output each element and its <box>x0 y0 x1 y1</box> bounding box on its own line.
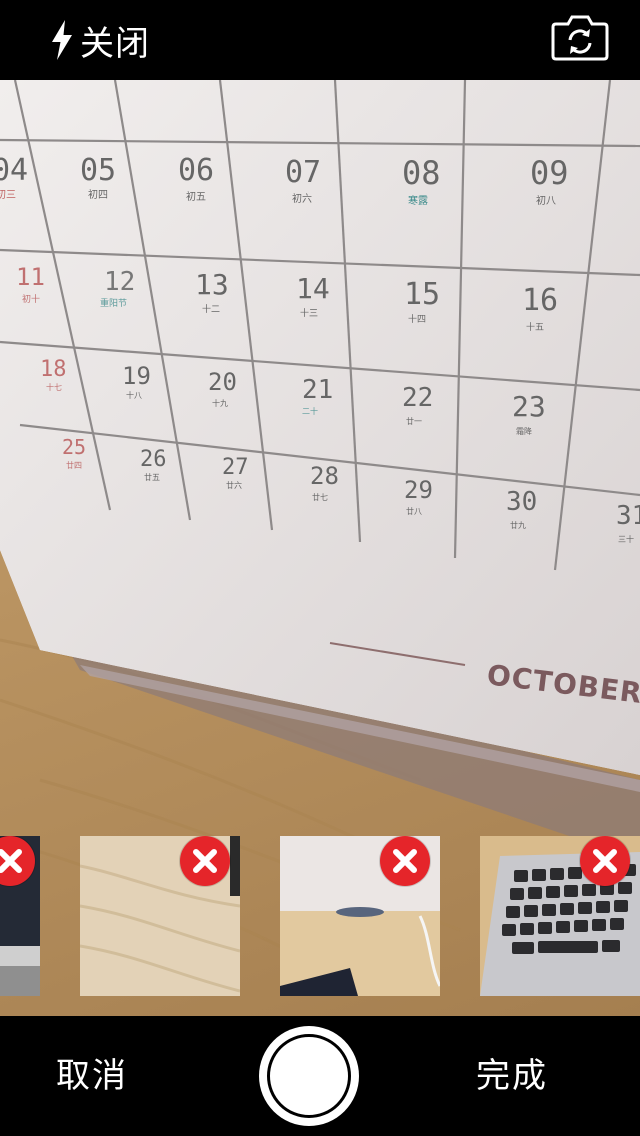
calendar-date: 26 <box>140 447 167 472</box>
calendar-date: 25 <box>62 435 86 459</box>
close-icon <box>380 836 430 886</box>
calendar-date: 13 <box>195 268 229 301</box>
calendar-date-sub: 十三 <box>300 307 318 319</box>
calendar-date: 11 <box>16 263 45 291</box>
calendar-date: 08 <box>402 154 441 192</box>
calendar-date: 19 <box>122 362 151 390</box>
calendar-date-sub: 重阳节 <box>100 297 127 309</box>
calendar-date-sub: 十七 <box>46 382 62 392</box>
calendar-date-sub: 初五 <box>186 190 206 203</box>
calendar-date-sub: 初六 <box>292 192 312 205</box>
calendar-date-sub: 十九 <box>212 398 228 408</box>
calendar-date: 30 <box>506 487 537 517</box>
calendar-date: 21 <box>302 375 333 405</box>
calendar-date: 31 <box>616 501 640 531</box>
flash-icon <box>48 19 76 61</box>
calendar-date-sub: 初三 <box>0 188 16 201</box>
bottom-bar: 取消 完成 <box>0 1016 640 1136</box>
calendar-date: 18 <box>40 357 67 382</box>
calendar-date-sub: 廿八 <box>406 506 422 516</box>
calendar-date-sub: 三十 <box>618 534 634 544</box>
cancel-button[interactable]: 取消 <box>56 1052 128 1100</box>
calendar-date: 16 <box>522 283 558 318</box>
calendar-date: 20 <box>208 368 237 396</box>
shutter-button[interactable] <box>259 1026 359 1126</box>
delete-thumbnail-button[interactable] <box>180 836 230 886</box>
calendar-date: 23 <box>512 390 546 423</box>
delete-thumbnail-button[interactable] <box>380 836 430 886</box>
calendar-date-sub: 十二 <box>202 303 220 315</box>
thumbnail-wood-desk[interactable] <box>80 836 240 996</box>
camera-viewfinder: 04 初三 05 初四 06 初五 07 初六 08 寒露 09 初八 11 初… <box>0 80 640 1016</box>
thumbnail-laptop-keyboard[interactable] <box>480 836 640 996</box>
flash-label: 关闭 <box>80 23 150 64</box>
calendar-date: 09 <box>530 154 569 192</box>
calendar-date: 29 <box>404 476 433 504</box>
calendar-date: 22 <box>402 383 433 413</box>
close-icon <box>180 836 230 886</box>
thumbnail-partial[interactable] <box>0 836 40 996</box>
calendar-date: 06 <box>178 153 214 188</box>
calendar-date-sub: 廿五 <box>144 472 160 482</box>
calendar-date-sub: 二十 <box>302 406 318 416</box>
calendar-date-sub: 廿四 <box>66 460 82 470</box>
calendar-date: 27 <box>222 455 249 480</box>
calendar-date-sub: 初十 <box>22 293 40 305</box>
close-icon <box>0 836 35 886</box>
camera-switch-icon <box>550 14 610 62</box>
calendar-date-sub: 十八 <box>126 390 142 400</box>
calendar-date: 28 <box>310 462 339 490</box>
thumbnail-desk-paper[interactable] <box>280 836 440 996</box>
done-button[interactable]: 完成 <box>476 1052 548 1100</box>
close-icon <box>580 836 630 886</box>
calendar-date-sub: 廿六 <box>226 480 242 490</box>
camera-switch-button[interactable] <box>550 14 610 62</box>
calendar-date: 15 <box>404 277 440 312</box>
calendar-date-sub: 廿一 <box>406 416 422 426</box>
calendar-date-sub: 初四 <box>88 188 108 201</box>
calendar-date-sub: 十五 <box>526 321 544 333</box>
calendar-date-sub: 寒露 <box>408 194 428 207</box>
calendar-date-sub: 霜降 <box>516 426 532 436</box>
top-bar: 关闭 <box>0 0 640 80</box>
calendar-date-sub: 廿九 <box>510 520 526 530</box>
calendar-date: 12 <box>104 267 135 297</box>
calendar-date-sub: 廿七 <box>312 492 328 502</box>
calendar-date: 04 <box>0 153 28 188</box>
shutter-icon <box>267 1034 351 1118</box>
calendar-date-sub: 十四 <box>408 313 426 325</box>
delete-thumbnail-button[interactable] <box>0 836 35 886</box>
delete-thumbnail-button[interactable] <box>580 836 630 886</box>
calendar-date: 07 <box>285 155 321 190</box>
calendar-date-sub: 初八 <box>536 194 556 207</box>
camera-screen: 关闭 04 初三 05 初四 06 初五 07 初六 08 寒露 09 初八 1… <box>0 0 640 1136</box>
calendar-date: 14 <box>296 272 330 305</box>
flash-toggle[interactable]: 关闭 <box>48 16 150 64</box>
calendar-date: 05 <box>80 153 116 188</box>
